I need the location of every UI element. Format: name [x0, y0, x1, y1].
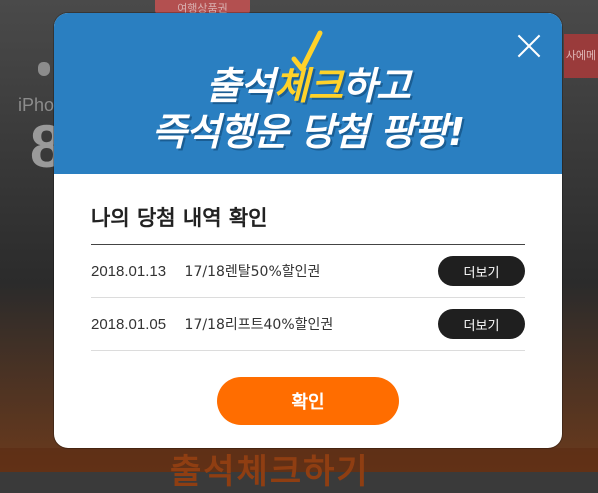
prize-name: 17/18렌탈50%할인권 [184, 264, 321, 280]
attendance-popup: 출석체크하고 즉석행운 당첨 팡팡! 나의 당첨 내역 확인 2018.01.1… [54, 13, 562, 448]
confirm-wrap: 확인 [91, 377, 525, 425]
win-date: 2018.01.05 [91, 316, 167, 333]
more-button[interactable]: 더보기 [438, 256, 525, 286]
section-title: 나의 당첨 내역 확인 [91, 202, 525, 245]
background-badge-right: 사에메 [564, 34, 598, 78]
list-item: 2018.01.13 17/18렌탈50%할인권 더보기 [91, 245, 525, 298]
more-button[interactable]: 더보기 [438, 309, 525, 339]
apple-logo-icon [38, 62, 50, 76]
popup-body: 나의 당첨 내역 확인 2018.01.13 17/18렌탈50%할인권 더보기… [54, 174, 562, 425]
popup-title-line2: 즉석행운 당첨 팡팡! [151, 110, 465, 154]
list-item-info: 2018.01.13 17/18렌탈50%할인권 [91, 261, 320, 281]
win-date: 2018.01.13 [91, 263, 167, 280]
list-item: 2018.01.05 17/18리프트40%할인권 더보기 [91, 298, 525, 351]
close-icon[interactable] [514, 31, 544, 61]
background-bottom-text: 출석체크하기 [170, 452, 370, 492]
popup-header: 출석체크하고 즉석행운 당첨 팡팡! [54, 13, 562, 174]
list-item-info: 2018.01.05 17/18리프트40%할인권 [91, 314, 333, 334]
prize-name: 17/18리프트40%할인권 [184, 317, 334, 333]
confirm-button[interactable]: 확인 [217, 377, 399, 425]
